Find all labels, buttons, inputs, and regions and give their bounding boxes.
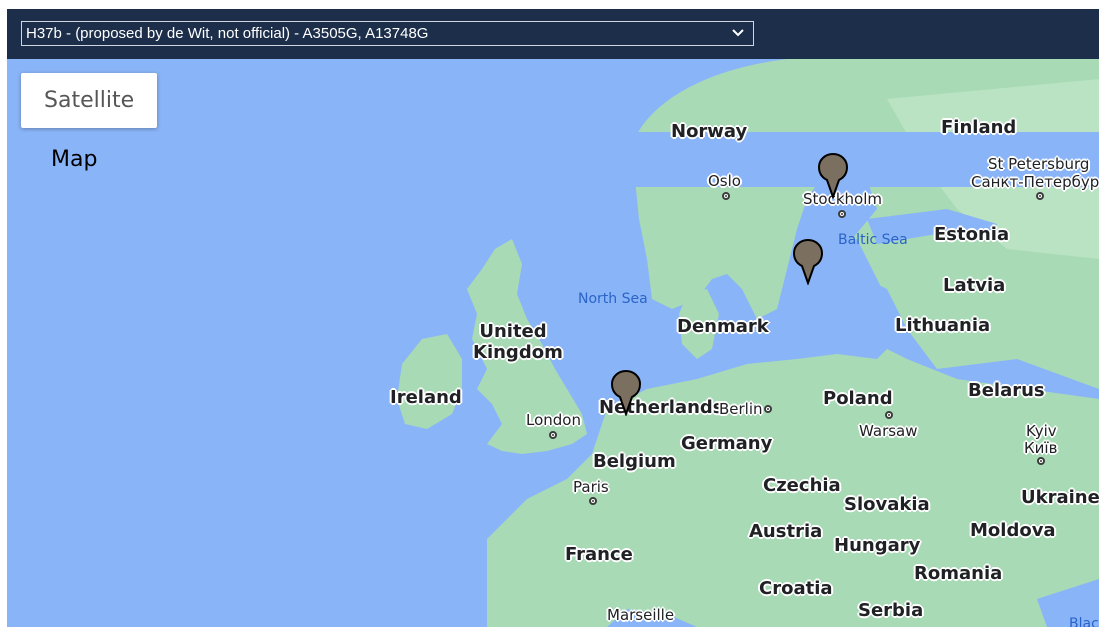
country-label-germany: Germany (681, 433, 773, 454)
city-dot-kyiv (1037, 457, 1045, 465)
country-label-uk-line1: United (479, 321, 547, 342)
country-label-moldova: Moldova (970, 520, 1056, 541)
city-dot-london (549, 431, 557, 439)
map-canvas[interactable]: Map Satellite North Sea Baltic Sea Blac … (7, 59, 1099, 627)
map-type-map-button[interactable]: Map (28, 132, 1099, 187)
country-label-lithuania: Lithuania (895, 315, 991, 336)
map-type-control: Map Satellite (21, 73, 1099, 187)
city-label-berlin: Berlin (719, 400, 763, 418)
country-label-ireland: Ireland (390, 387, 462, 408)
country-label-estonia: Estonia (934, 224, 1010, 245)
city-dot-st-petersburg (1036, 192, 1044, 200)
country-label-uk-line2: Kingdom (473, 342, 563, 363)
city-dot-warsaw (885, 411, 893, 419)
city-dot-stockholm (838, 210, 846, 218)
city-label-warsaw: Warsaw (859, 422, 918, 440)
chevron-down-icon (732, 29, 744, 37)
country-label-norway: Norway (671, 121, 748, 142)
city-label-st-petersburg: St Petersburg (988, 155, 1090, 173)
top-bar: H37b - (proposed by de Wit, not official… (7, 9, 1099, 59)
country-label-hungary: Hungary (834, 535, 921, 556)
country-label-serbia: Serbia (858, 600, 924, 621)
haplogroup-select-value: H37b - (proposed by de Wit, not official… (26, 25, 429, 42)
country-label-denmark: Denmark (677, 316, 769, 337)
city-label-london: London (526, 411, 581, 429)
sea-label-black-sea: Blac (1069, 616, 1099, 627)
city-label-marseille: Marseille (607, 606, 675, 624)
map-type-satellite-button[interactable]: Satellite (21, 73, 157, 128)
country-label-austria: Austria (749, 521, 823, 542)
sea-label-north-sea: North Sea (578, 291, 648, 307)
country-label-romania: Romania (914, 563, 1003, 584)
marker-netherlands[interactable] (611, 370, 641, 416)
city-label-oslo: Oslo (708, 172, 741, 190)
country-label-finland: Finland (941, 117, 1017, 138)
city-dot-oslo (722, 192, 730, 200)
country-label-croatia: Croatia (759, 578, 833, 599)
country-label-ukraine: Ukraine (1021, 487, 1099, 508)
city-dot-berlin (764, 405, 772, 413)
marker-south-sweden[interactable] (793, 239, 823, 285)
city-dot-paris (589, 497, 597, 505)
country-label-belgium: Belgium (593, 451, 676, 472)
country-label-slovakia: Slovakia (844, 494, 930, 515)
country-label-czechia: Czechia (763, 475, 841, 496)
city-label-st-petersburg-local: Санкт-Петербург (971, 173, 1099, 191)
city-label-kyiv-local: Київ (1024, 439, 1058, 457)
country-label-france: France (565, 544, 633, 565)
city-label-paris: Paris (573, 478, 609, 496)
country-label-united-kingdom: United Kingdom (473, 321, 563, 363)
country-label-poland: Poland (823, 388, 893, 409)
country-label-latvia: Latvia (943, 275, 1006, 296)
haplogroup-select[interactable]: H37b - (proposed by de Wit, not official… (21, 21, 754, 46)
marker-stockholm[interactable] (818, 153, 848, 199)
country-label-belarus: Belarus (968, 380, 1045, 401)
city-label-kyiv: Kyiv (1026, 422, 1057, 440)
sea-label-baltic-sea: Baltic Sea (838, 232, 908, 248)
